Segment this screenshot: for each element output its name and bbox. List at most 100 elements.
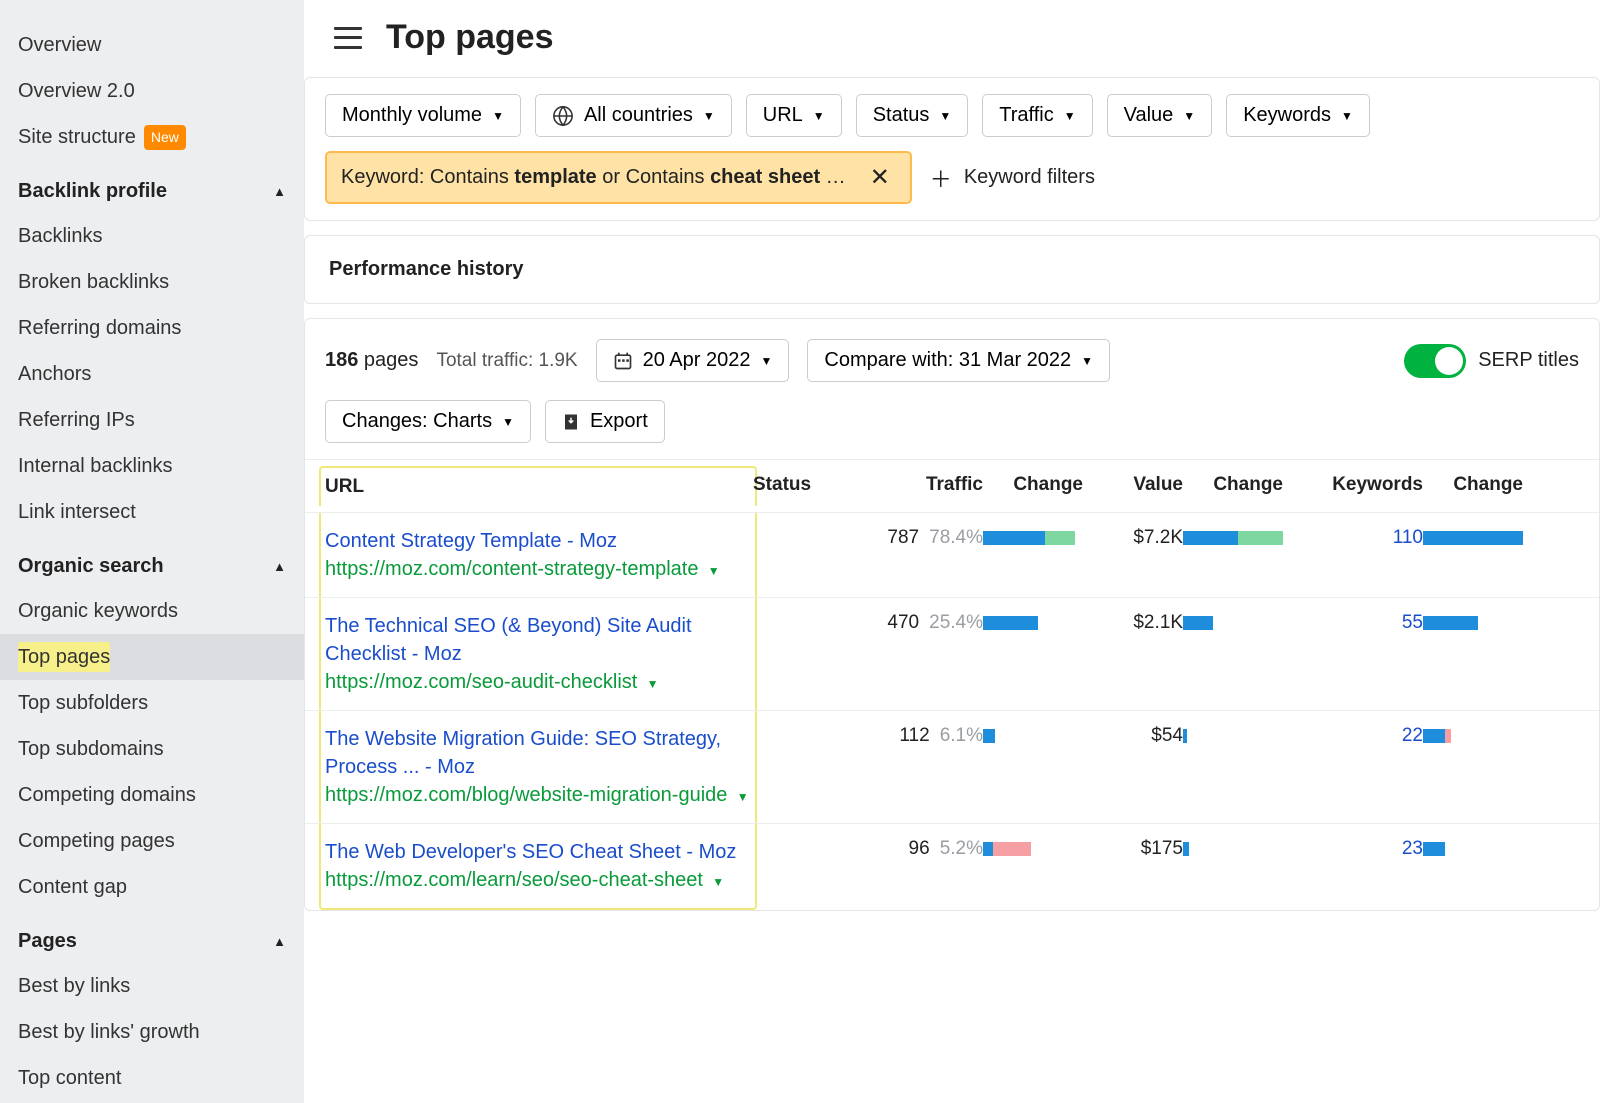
caret-down-icon[interactable]: ▼	[737, 790, 749, 804]
sidebar-item[interactable]: Competing pages	[0, 818, 304, 864]
page-title: Top pages	[386, 18, 554, 57]
sidebar-item-label: Content gap	[18, 872, 127, 902]
url-cell: The Technical SEO (& Beyond) Site Audit …	[319, 598, 757, 710]
value-cell: $54	[1083, 725, 1183, 747]
col-traffic[interactable]: Traffic	[833, 474, 983, 496]
changes-view-picker[interactable]: Changes: Charts▼	[325, 400, 531, 443]
sidebar-item[interactable]: Referring domains	[0, 305, 304, 351]
performance-history-panel[interactable]: Performance history	[304, 235, 1600, 304]
date-picker[interactable]: 20 Apr 2022▼	[596, 339, 790, 382]
compare-picker[interactable]: Compare with: 31 Mar 2022▼	[807, 339, 1110, 382]
keywords-filter[interactable]: Keywords▼	[1226, 94, 1370, 137]
sidebar-item-label: Competing pages	[18, 826, 175, 856]
serp-titles-toggle[interactable]	[1404, 344, 1466, 378]
sidebar-item-label: Broken backlinks	[18, 267, 169, 297]
sidebar-item[interactable]: Organic keywords	[0, 588, 304, 634]
sidebar-item-label: Overview 2.0	[18, 76, 135, 106]
col-change[interactable]: Change	[1183, 474, 1283, 496]
page-url-link[interactable]: https://moz.com/content-strategy-templat…	[325, 558, 699, 580]
change-bar	[983, 729, 1083, 743]
sidebar-item-label: Referring domains	[18, 313, 181, 343]
sidebar-item[interactable]: Backlinks	[0, 213, 304, 259]
sidebar-item[interactable]: Referring IPs	[0, 397, 304, 443]
traffic-filter[interactable]: Traffic▼	[982, 94, 1092, 137]
col-status[interactable]: Status	[753, 474, 833, 496]
sidebar-item[interactable]: Anchors	[0, 351, 304, 397]
sidebar-item[interactable]: Content gap	[0, 864, 304, 910]
caret-up-icon: ▲	[273, 184, 286, 199]
keywords-cell[interactable]: 55	[1283, 612, 1423, 634]
calendar-icon	[613, 351, 633, 371]
export-button[interactable]: Export	[545, 400, 665, 443]
caret-up-icon: ▲	[273, 934, 286, 949]
change-cell	[983, 527, 1083, 545]
main-content: Top pages Monthly volume▼ All countries▼…	[304, 0, 1600, 1103]
sidebar-item[interactable]: Best by links	[0, 963, 304, 1009]
plus-icon: ＋	[930, 162, 952, 194]
url-filter[interactable]: URL▼	[746, 94, 842, 137]
sidebar-item[interactable]: Top subdomains	[0, 726, 304, 772]
sidebar-item[interactable]: Top subfolders	[0, 680, 304, 726]
keywords-cell[interactable]: 23	[1283, 838, 1423, 860]
results-toolbar: 186 pages Total traffic: 1.9K 20 Apr 202…	[305, 319, 1599, 459]
sidebar-item[interactable]: Internal backlinks	[0, 443, 304, 489]
serp-title-link[interactable]: The Web Developer's SEO Cheat Sheet - Mo…	[325, 838, 751, 866]
col-url[interactable]: URL	[319, 466, 757, 506]
sidebar-item[interactable]: Best by links' growth	[0, 1009, 304, 1055]
serp-titles-toggle-wrap: SERP titles	[1404, 344, 1579, 378]
value-filter[interactable]: Value▼	[1107, 94, 1213, 137]
col-value[interactable]: Value	[1083, 474, 1183, 496]
caret-down-icon[interactable]: ▼	[708, 564, 720, 578]
changes-label: Changes: Charts	[342, 410, 492, 433]
menu-toggle-icon[interactable]	[334, 27, 362, 49]
page-url-link[interactable]: https://moz.com/blog/website-migration-g…	[325, 784, 727, 806]
change-cell	[1423, 612, 1523, 630]
serp-title-link[interactable]: The Website Migration Guide: SEO Strateg…	[325, 725, 751, 781]
caret-down-icon: ▼	[813, 109, 825, 123]
sidebar-item[interactable]: Broken backlinks	[0, 259, 304, 305]
col-change[interactable]: Change	[983, 474, 1083, 496]
change-cell	[1423, 838, 1523, 856]
col-keywords[interactable]: Keywords	[1283, 474, 1423, 496]
sidebar-item[interactable]: Overview 2.0	[0, 68, 304, 114]
results-panel: 186 pages Total traffic: 1.9K 20 Apr 202…	[304, 318, 1600, 911]
sidebar-item[interactable]: Link intersect	[0, 489, 304, 535]
sidebar-item-label: Top subdomains	[18, 734, 164, 764]
monthly-volume-filter[interactable]: Monthly volume▼	[325, 94, 521, 137]
caret-down-icon[interactable]: ▼	[647, 677, 659, 691]
sidebar-group-heading[interactable]: Pages▲	[0, 910, 304, 963]
status-filter[interactable]: Status▼	[856, 94, 969, 137]
filter-label: Traffic	[999, 104, 1053, 127]
sidebar-item-label: Best by links	[18, 971, 130, 1001]
filters-panel: Monthly volume▼ All countries▼ URL▼ Stat…	[304, 77, 1600, 221]
add-keyword-filters-button[interactable]: ＋ Keyword filters	[926, 154, 1099, 202]
close-icon[interactable]: ✕	[864, 163, 896, 192]
page-url-link[interactable]: https://moz.com/learn/seo/seo-cheat-shee…	[325, 869, 703, 891]
serp-title-link[interactable]: Content Strategy Template - Moz	[325, 527, 751, 555]
toggle-label: SERP titles	[1478, 349, 1579, 372]
country-filter[interactable]: All countries▼	[535, 94, 732, 137]
table-row: The Web Developer's SEO Cheat Sheet - Mo…	[305, 823, 1599, 910]
caret-down-icon: ▼	[1341, 109, 1353, 123]
serp-title-link[interactable]: The Technical SEO (& Beyond) Site Audit …	[325, 612, 751, 668]
active-keyword-filter-chip[interactable]: Keyword: Contains template or Contains c…	[325, 151, 912, 204]
sidebar-item[interactable]: Top content	[0, 1055, 304, 1101]
sidebar-item-label: Anchors	[18, 359, 91, 389]
sidebar-item[interactable]: Top pages	[0, 634, 304, 680]
sidebar-item[interactable]: Overview	[0, 22, 304, 68]
sidebar-item[interactable]: Site structureNew	[0, 114, 304, 160]
keywords-cell[interactable]: 22	[1283, 725, 1423, 747]
change-bar	[1423, 842, 1523, 856]
sidebar-item[interactable]: Competing domains	[0, 772, 304, 818]
caret-down-icon[interactable]: ▼	[712, 875, 724, 889]
page-url-link[interactable]: https://moz.com/seo-audit-checklist	[325, 671, 637, 693]
filter-label: Monthly volume	[342, 104, 482, 127]
sidebar-group-heading[interactable]: Organic search▲	[0, 535, 304, 588]
caret-down-icon: ▼	[1081, 354, 1093, 368]
download-icon	[562, 413, 580, 431]
value-cell: $2.1K	[1083, 612, 1183, 634]
col-change[interactable]: Change	[1423, 474, 1523, 496]
sidebar-group-heading[interactable]: Backlink profile▲	[0, 160, 304, 213]
change-bar	[1183, 531, 1283, 545]
keywords-cell[interactable]: 110	[1283, 527, 1423, 549]
